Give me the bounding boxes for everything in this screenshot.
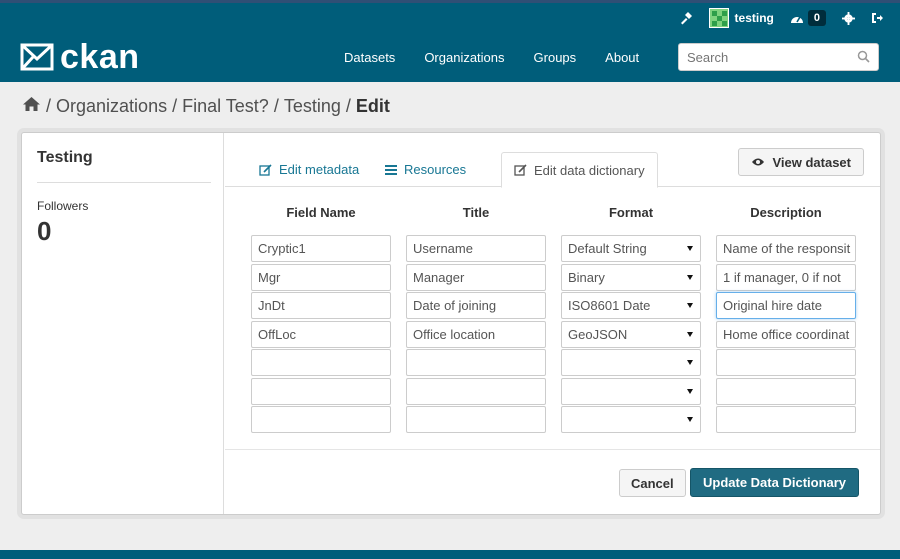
field-name-input[interactable]: OffLoc bbox=[251, 320, 391, 348]
sign-out-icon[interactable] bbox=[865, 6, 890, 30]
edit-icon bbox=[259, 163, 272, 176]
cancel-button[interactable]: Cancel bbox=[619, 469, 686, 497]
search-box bbox=[678, 43, 879, 71]
description-input[interactable]: 1 if manager, 0 if not bbox=[716, 263, 856, 291]
primary-content: Edit metadata Resources Edit data dictio… bbox=[225, 133, 880, 514]
masthead: ckan Datasets Organizations Groups About bbox=[0, 32, 900, 82]
field-name-input[interactable]: Cryptic1 bbox=[251, 235, 391, 262]
header-description: Description bbox=[750, 205, 822, 220]
title-input[interactable] bbox=[406, 349, 546, 376]
dashboard-badge: 0 bbox=[807, 10, 826, 26]
username: testing bbox=[734, 11, 774, 25]
user-account-link[interactable]: testing bbox=[703, 6, 780, 30]
nav-groups[interactable]: Groups bbox=[534, 50, 577, 65]
followers-count: 0 bbox=[37, 216, 52, 246]
ckan-logo-icon bbox=[20, 43, 54, 71]
sidebar: Testing Followers 0 bbox=[22, 133, 224, 514]
nav-organizations[interactable]: Organizations bbox=[424, 50, 504, 65]
dashboard-link[interactable]: 0 bbox=[784, 6, 832, 30]
tab-edit-metadata[interactable]: Edit metadata bbox=[247, 152, 371, 187]
dropdown-arrow-icon bbox=[687, 388, 693, 394]
footer bbox=[0, 550, 900, 559]
list-icon bbox=[385, 165, 397, 175]
search-icon[interactable] bbox=[857, 50, 870, 66]
sidebar-title: Testing bbox=[37, 149, 93, 166]
view-dataset-button[interactable]: View dataset bbox=[738, 148, 864, 176]
field-name-input[interactable]: Mgr bbox=[251, 263, 391, 291]
title-input[interactable] bbox=[406, 406, 546, 433]
description-input[interactable]: Name of the responsit bbox=[716, 235, 856, 262]
format-select[interactable] bbox=[561, 406, 701, 433]
tab-resources[interactable]: Resources bbox=[373, 152, 478, 187]
format-select[interactable] bbox=[561, 377, 701, 405]
avatar bbox=[708, 8, 729, 28]
account-bar: testing 0 bbox=[0, 0, 900, 32]
description-input[interactable] bbox=[716, 406, 856, 433]
format-select[interactable]: Binary bbox=[561, 263, 701, 291]
title-input[interactable]: Date of joining bbox=[406, 292, 546, 319]
eye-icon bbox=[752, 158, 765, 166]
header-title: Title bbox=[462, 205, 490, 220]
home-icon[interactable] bbox=[22, 96, 41, 117]
main-panel: Testing Followers 0 Edit metadata Resour… bbox=[21, 132, 881, 515]
dropdown-arrow-icon bbox=[687, 303, 693, 308]
format-select[interactable]: ISO8601 Date bbox=[561, 292, 701, 319]
breadcrumb-organization[interactable]: Final Test? bbox=[182, 96, 269, 117]
breadcrumb-current: Edit bbox=[355, 96, 390, 116]
breadcrumb-dataset[interactable]: Testing bbox=[284, 96, 341, 117]
tab-edit-data-dictionary[interactable]: Edit data dictionary bbox=[501, 152, 658, 188]
description-input[interactable] bbox=[716, 377, 856, 405]
logo-text: ckan bbox=[60, 38, 140, 76]
title-input[interactable]: Username bbox=[406, 235, 546, 262]
format-select[interactable]: Default String bbox=[561, 235, 701, 262]
dropdown-arrow-icon bbox=[687, 417, 693, 422]
breadcrumb: / Organizations / Final Test? / Testing … bbox=[22, 96, 390, 117]
field-name-input[interactable] bbox=[251, 406, 391, 433]
hammer-icon[interactable] bbox=[673, 6, 699, 30]
form-divider bbox=[225, 449, 880, 450]
field-name-input[interactable]: JnDt bbox=[251, 292, 391, 319]
nav-about[interactable]: About bbox=[605, 50, 639, 65]
update-data-dictionary-button[interactable]: Update Data Dictionary bbox=[690, 468, 860, 497]
format-select[interactable] bbox=[561, 349, 701, 376]
search-input[interactable] bbox=[679, 44, 849, 70]
title-input[interactable] bbox=[406, 377, 546, 405]
site-logo[interactable]: ckan bbox=[20, 40, 140, 74]
dropdown-arrow-icon bbox=[687, 246, 693, 251]
dashboard-icon bbox=[790, 12, 804, 24]
header-format: Format bbox=[608, 205, 654, 220]
dropdown-arrow-icon bbox=[687, 331, 693, 337]
main-nav: Datasets Organizations Groups About bbox=[344, 50, 668, 65]
divider bbox=[37, 182, 211, 183]
nav-datasets[interactable]: Datasets bbox=[344, 50, 395, 65]
header-field-name: Field Name bbox=[286, 205, 356, 220]
breadcrumb-organizations[interactable]: Organizations bbox=[56, 96, 167, 117]
description-input[interactable] bbox=[716, 349, 856, 376]
field-name-input[interactable] bbox=[251, 349, 391, 376]
gear-icon[interactable] bbox=[836, 6, 861, 30]
description-input[interactable]: Home office coordinat bbox=[716, 320, 856, 348]
description-input[interactable]: Original hire date bbox=[716, 292, 856, 319]
edit-icon bbox=[514, 164, 527, 176]
followers-label: Followers bbox=[37, 199, 89, 213]
title-input[interactable]: Office location bbox=[406, 320, 546, 348]
format-select[interactable]: GeoJSON bbox=[561, 320, 701, 348]
title-input[interactable]: Manager bbox=[406, 263, 546, 291]
field-name-input[interactable] bbox=[251, 377, 391, 405]
dropdown-arrow-icon bbox=[687, 274, 693, 280]
dropdown-arrow-icon bbox=[687, 360, 693, 365]
